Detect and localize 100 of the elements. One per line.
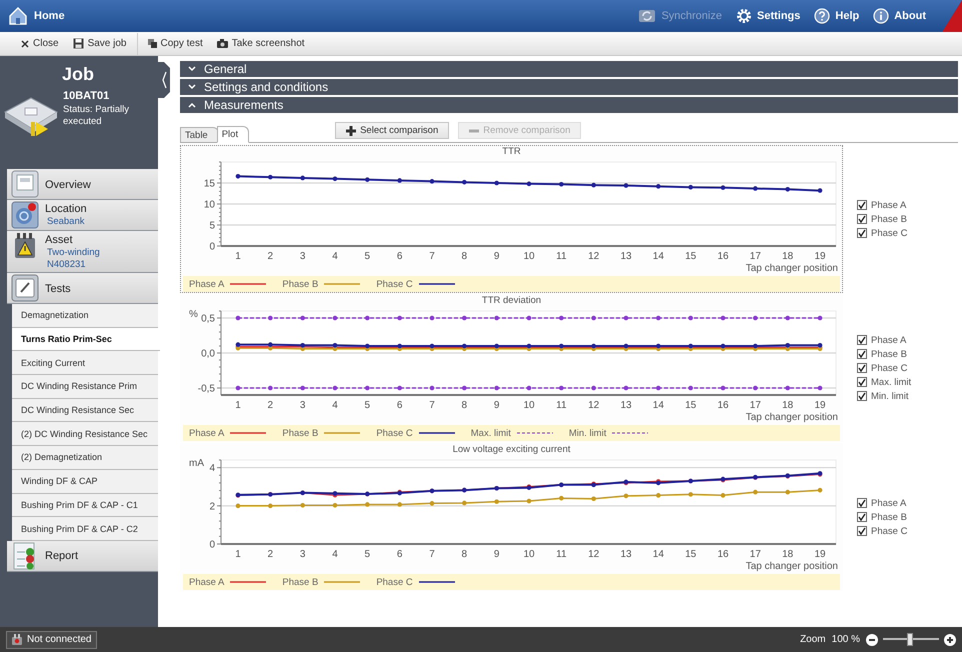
- nav-item[interactable]: Location Seabank: [7, 200, 158, 231]
- nav-item[interactable]: Asset Two-winding N408231: [7, 231, 158, 273]
- camera-icon: [216, 39, 228, 48]
- test-item[interactable]: DC Winding Resistance Sec: [12, 398, 158, 422]
- home-button[interactable]: Home: [0, 0, 73, 32]
- data-point: [785, 386, 790, 390]
- camera-button[interactable]: Take screenshot: [210, 32, 312, 54]
- save-button[interactable]: Save job: [66, 32, 134, 54]
- chevron-down-icon: [188, 84, 196, 90]
- test-item[interactable]: DC Winding Resistance Prim: [12, 375, 158, 399]
- section-header[interactable]: Measurements: [180, 97, 958, 113]
- connection-button[interactable]: Not connected: [6, 630, 96, 648]
- checkbox-label: Phase C: [871, 228, 908, 238]
- corner-decoration: [942, 0, 962, 32]
- test-item[interactable]: Winding DF & CAP: [12, 470, 158, 494]
- sidebar-title: Job: [60, 63, 95, 86]
- slider-thumb[interactable]: [907, 633, 913, 646]
- axis-title: Tap changer position: [746, 263, 838, 274]
- legend-label: Phase A: [189, 278, 224, 290]
- tick-label: 7: [429, 549, 435, 560]
- data-point: [268, 316, 273, 320]
- data-point: [365, 177, 370, 182]
- tick-label: 8: [462, 549, 468, 560]
- data-point: [624, 494, 628, 498]
- data-point: [462, 386, 467, 390]
- test-item[interactable]: Demagnetization: [12, 304, 158, 328]
- data-point: [397, 502, 402, 507]
- tick-label: 16: [717, 251, 729, 262]
- checkbox[interactable]: [857, 512, 867, 522]
- data-point: [526, 386, 532, 390]
- data-point: [300, 502, 305, 508]
- test-item[interactable]: (2) Demagnetization: [12, 446, 158, 470]
- nav-item[interactable]: Report: [7, 540, 158, 572]
- checkbox[interactable]: [857, 377, 867, 387]
- data-point: [624, 316, 628, 320]
- tick-label: 0: [209, 242, 215, 252]
- checkbox-label: Phase B: [871, 214, 907, 224]
- test-item[interactable]: Bushing Prim DF & CAP - C2: [12, 517, 158, 541]
- data-point: [753, 386, 758, 390]
- section-header[interactable]: Settings and conditions: [180, 79, 958, 95]
- checkbox[interactable]: [857, 228, 867, 238]
- data-point: [365, 502, 370, 507]
- comparison-button[interactable]: Select comparison: [335, 122, 450, 139]
- tick-label: 10: [204, 200, 215, 210]
- about-button[interactable]: About: [873, 8, 926, 24]
- plus-icon: [946, 636, 954, 644]
- zoom-label: Zoom: [800, 634, 826, 645]
- checkbox-label: Phase B: [871, 348, 907, 360]
- data-point: [753, 186, 758, 191]
- checkbox[interactable]: [857, 200, 867, 210]
- tick-label: 2: [268, 400, 274, 411]
- nav-item[interactable]: Overview: [7, 169, 158, 200]
- data-point: [624, 183, 628, 188]
- axis-title: %: [189, 309, 198, 320]
- data-point: [720, 386, 726, 390]
- chart-title: TTR: [502, 146, 521, 158]
- legend-swatch: [516, 431, 553, 435]
- data-point: [753, 490, 758, 494]
- tick-label: 17: [750, 549, 761, 560]
- checkbox[interactable]: [857, 214, 867, 224]
- data-point: [268, 386, 273, 390]
- help-button[interactable]: Help: [814, 8, 860, 24]
- tick-label: 17: [750, 400, 761, 411]
- checkbox[interactable]: [857, 498, 867, 508]
- checkbox[interactable]: [857, 526, 867, 536]
- legend-label: Phase B: [282, 278, 318, 290]
- settings-button[interactable]: Settings: [736, 8, 800, 24]
- data-point: [559, 386, 564, 390]
- data-point: [753, 474, 758, 480]
- legend-swatch: [418, 431, 455, 435]
- tick-label: 6: [396, 251, 402, 262]
- data-point: [236, 316, 240, 320]
- tick-label: 4: [332, 251, 338, 262]
- legend-swatch: [418, 580, 455, 584]
- tab[interactable]: Table: [180, 127, 219, 142]
- close-button[interactable]: Close: [14, 32, 66, 54]
- zoom-in-button[interactable]: [944, 634, 956, 646]
- tick-label: 12: [588, 400, 600, 411]
- data-point: [332, 386, 338, 390]
- copy-button[interactable]: Copy test: [140, 32, 210, 54]
- test-item[interactable]: Turns Ratio Prim-Sec: [12, 328, 160, 352]
- data-point: [526, 498, 532, 504]
- nav-item[interactable]: Tests: [7, 273, 158, 304]
- collapse-handle[interactable]: [158, 62, 170, 98]
- test-item[interactable]: Bushing Prim DF & CAP - C1: [12, 494, 158, 518]
- checkbox[interactable]: [857, 363, 867, 373]
- tab[interactable]: Plot: [216, 126, 250, 143]
- test-item[interactable]: (2) DC Winding Resistance Sec: [12, 422, 158, 446]
- tick-label: 0,0: [201, 348, 215, 360]
- test-item[interactable]: Exciting Current: [12, 351, 158, 376]
- data-point: [462, 180, 467, 184]
- tick-label: 4: [209, 463, 215, 474]
- legend-label: Phase C: [376, 278, 413, 290]
- checkbox[interactable]: [857, 335, 867, 345]
- tick-label: 12: [588, 251, 600, 262]
- zoom-out-button[interactable]: [866, 634, 878, 646]
- section-header[interactable]: General: [180, 61, 958, 77]
- checkbox[interactable]: [857, 349, 867, 359]
- data-point: [494, 499, 499, 504]
- checkbox[interactable]: [857, 391, 867, 401]
